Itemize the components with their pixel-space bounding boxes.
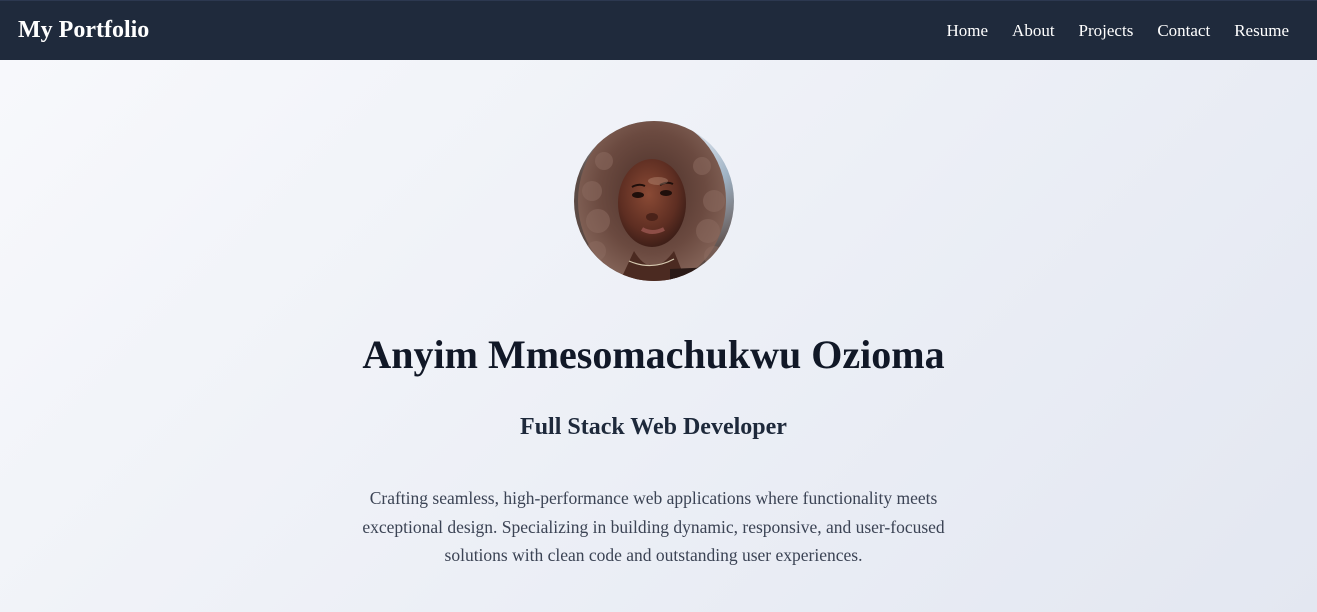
top-navbar: My Portfolio Home About Projects Contact… xyxy=(0,0,1317,60)
profile-photo-image xyxy=(574,121,734,281)
nav-contact-link[interactable]: Contact xyxy=(1157,20,1210,42)
nav-about-link[interactable]: About xyxy=(1012,20,1055,42)
nav-home-link[interactable]: Home xyxy=(947,20,989,42)
profile-photo xyxy=(574,121,734,281)
nav-projects-link[interactable]: Projects xyxy=(1079,20,1134,42)
hero-bio: Crafting seamless, high-performance web … xyxy=(362,488,945,565)
hero-role: Full Stack Web Developer xyxy=(520,414,787,440)
site-brand[interactable]: My Portfolio xyxy=(18,15,149,45)
hero-name: Anyim Mmesomachukwu Ozioma xyxy=(362,332,945,377)
nav-resume-link[interactable]: Resume xyxy=(1234,20,1289,42)
main-nav: Home About Projects Contact Resume xyxy=(947,20,1290,42)
